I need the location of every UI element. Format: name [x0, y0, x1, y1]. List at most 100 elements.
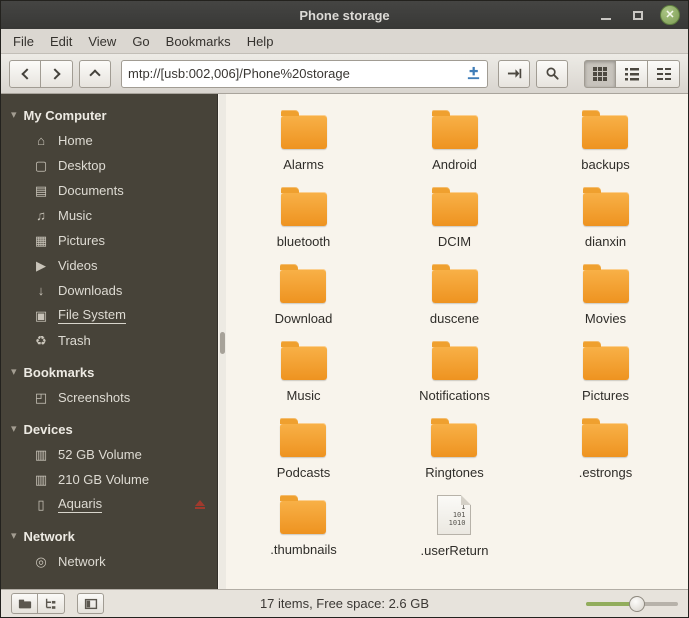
file-item-podcasts[interactable]: Podcasts — [277, 412, 330, 489]
file-label: duscene — [429, 311, 480, 326]
expander-icon[interactable]: ▾ — [11, 109, 17, 121]
sidebar-item-file-system[interactable]: ▣ File System — [1, 303, 217, 328]
folder-icon: ◰ — [34, 389, 48, 405]
expander-icon[interactable]: ▾ — [11, 423, 17, 435]
folder-icon — [582, 110, 629, 149]
menu-file[interactable]: File — [5, 31, 42, 52]
sidebar-scrollbar[interactable] — [219, 94, 226, 589]
file-item-music[interactable]: Music — [280, 335, 327, 412]
folder-icon — [582, 341, 629, 380]
zoom-track[interactable] — [586, 595, 678, 612]
sidebar-section-my-computer[interactable]: ▾ My Computer — [1, 102, 217, 128]
folder-icon — [582, 264, 629, 303]
sidebar-item-label: Music — [58, 208, 92, 223]
zoom-slider[interactable] — [586, 590, 678, 617]
file-item-alarms[interactable]: Alarms — [280, 104, 327, 181]
binary-file-icon: 1 101 1010 — [437, 495, 472, 535]
menu-view[interactable]: View — [80, 31, 124, 52]
expander-icon[interactable]: ▾ — [11, 366, 17, 378]
toolbar — [1, 54, 688, 94]
sidebar-item-network[interactable]: ◎ Network — [1, 549, 217, 574]
sidebar-item-desktop[interactable]: ▢ Desktop — [1, 153, 217, 178]
location-bar[interactable] — [121, 59, 488, 88]
sidebar-item-label: Pictures — [58, 233, 105, 248]
file-item-download[interactable]: Download — [275, 258, 332, 335]
eject-icon[interactable] — [195, 500, 205, 509]
grid-view-icon — [593, 66, 607, 81]
sidebar-item-documents[interactable]: ▤ Documents — [1, 178, 217, 203]
scrollbar-thumb[interactable] — [220, 332, 225, 354]
back-button[interactable] — [9, 59, 41, 88]
file-item-bluetooth[interactable]: bluetooth — [277, 181, 330, 258]
icon-view-button[interactable] — [584, 59, 616, 88]
sidebar-item-screenshots[interactable]: ◰ Screenshots — [1, 385, 217, 410]
list-view-button[interactable] — [616, 59, 648, 88]
sidebar-item-pictures[interactable]: ▦ Pictures — [1, 228, 217, 253]
sidebar-item-home[interactable]: ⌂ Home — [1, 128, 217, 153]
close-button[interactable]: ✕ — [660, 5, 680, 25]
search-button[interactable] — [536, 59, 568, 88]
add-bookmark-icon[interactable] — [466, 66, 481, 81]
file-item-notifications[interactable]: Notifications — [419, 335, 490, 412]
maximize-button[interactable] — [628, 5, 648, 25]
sidebar-section-network[interactable]: ▾ Network — [1, 523, 217, 549]
sidebar-item-music[interactable]: ♫ Music — [1, 203, 217, 228]
minimize-button[interactable] — [596, 5, 616, 25]
zoom-handle[interactable] — [628, 595, 645, 612]
section-label: Devices — [23, 421, 73, 437]
sidebar-item-210-gb-volume[interactable]: ▥ 210 GB Volume — [1, 467, 217, 492]
compact-view-button[interactable] — [648, 59, 680, 88]
sidebar-item-videos[interactable]: ▶ Videos — [1, 253, 217, 278]
location-input[interactable] — [128, 66, 462, 81]
sidebar-item-label: Downloads — [58, 283, 123, 298]
up-button[interactable] — [79, 59, 111, 88]
file-item-userreturn[interactable]: 1 101 1010 .userReturn — [421, 489, 488, 566]
file-item-dcim[interactable]: DCIM — [431, 181, 478, 258]
file-item-thumbnails[interactable]: .thumbnails — [270, 489, 337, 566]
folder-icon — [431, 187, 478, 226]
file-label: DCIM — [437, 234, 472, 249]
sidebar-item-trash[interactable]: ♻ Trash — [1, 328, 217, 353]
file-item-duscene[interactable]: duscene — [430, 258, 479, 335]
sidebar-mode-group — [11, 593, 65, 614]
forward-button[interactable] — [41, 59, 73, 88]
file-item-backups[interactable]: backups — [581, 104, 630, 181]
file-item-estrongs[interactable]: .estrongs — [579, 412, 632, 489]
hide-sidebar-button[interactable] — [77, 593, 104, 614]
menu-go[interactable]: Go — [124, 31, 157, 52]
file-item-pictures[interactable]: Pictures — [582, 335, 629, 412]
view-button-group — [584, 59, 680, 88]
toggle-location-entry-button[interactable] — [498, 59, 530, 88]
treeview-toggle-button[interactable] — [38, 593, 65, 614]
folder-icon — [582, 418, 629, 457]
sidebar-section-devices[interactable]: ▾ Devices — [1, 416, 217, 442]
folder-icon — [431, 264, 478, 303]
sidebar-item-aquaris[interactable]: ▯ Aquaris — [1, 492, 217, 517]
expander-icon[interactable]: ▾ — [11, 530, 17, 542]
section-label: My Computer — [23, 107, 107, 123]
file-item-movies[interactable]: Movies — [582, 258, 629, 335]
file-label: backups — [581, 157, 630, 172]
file-item-dianxin[interactable]: dianxin — [582, 181, 629, 258]
sidebar-item-52-gb-volume[interactable]: ▥ 52 GB Volume — [1, 442, 217, 467]
sidebar-item-label: 52 GB Volume — [58, 447, 142, 462]
eject-bar — [195, 507, 205, 509]
menubar: File Edit View Go Bookmarks Help — [1, 29, 688, 54]
minimize-icon — [601, 18, 611, 20]
sidebar-section-bookmarks[interactable]: ▾ Bookmarks — [1, 359, 217, 385]
menu-bookmarks[interactable]: Bookmarks — [158, 31, 239, 52]
sidebar-item-label: Network — [58, 554, 106, 569]
file-label: Alarms — [283, 157, 324, 172]
statusbar: 17 items, Free space: 2.6 GB — [1, 589, 688, 617]
menu-edit[interactable]: Edit — [42, 31, 80, 52]
search-icon — [545, 66, 560, 81]
places-toggle-button[interactable] — [11, 593, 38, 614]
file-item-android[interactable]: Android — [431, 104, 478, 181]
folder-icon — [280, 187, 327, 226]
back-icon — [20, 67, 33, 80]
file-grid: Alarms Android backups bluetooth DCIM dianxin… — [218, 94, 688, 589]
titlebar[interactable]: Phone storage ✕ — [1, 1, 688, 29]
sidebar-item-downloads[interactable]: ↓ Downloads — [1, 278, 217, 303]
file-item-ringtones[interactable]: Ringtones — [425, 412, 484, 489]
menu-help[interactable]: Help — [239, 31, 282, 52]
